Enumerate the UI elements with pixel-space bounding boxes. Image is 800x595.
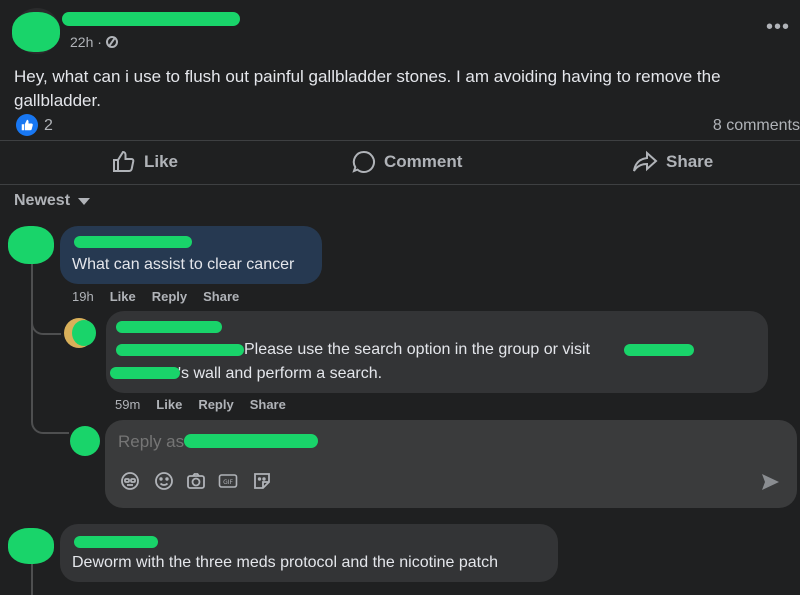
current-user-name-redaction [184,434,318,448]
globe-icon [105,36,118,48]
comment-bubble: What can assist to clear cancer [60,226,322,284]
comment-sort-dropdown[interactable]: Newest [14,192,91,210]
comment-time[interactable]: 19h [72,289,94,304]
post-text: Hey, what can i use to flush out painful… [14,67,721,110]
share-label: Share [666,152,714,171]
more-icon[interactable]: ••• [766,16,790,39]
reply-reply-button[interactable]: Reply [198,397,233,412]
like-reaction-icon[interactable] [16,114,38,136]
comment-bubble: Deworm with the three meds protocol and … [60,524,558,582]
send-icon[interactable] [760,472,780,497]
divider [0,184,800,185]
thread-line [31,305,61,335]
sort-label: Newest [14,192,71,209]
thread-line [31,564,33,595]
reply-actions: 59m Like Reply Share [115,397,286,412]
reply-bubble: Please use the search option in the grou… [106,311,768,393]
divider [0,140,800,141]
current-user-avatar-redaction [70,426,100,456]
share-button[interactable]: Share [632,148,713,176]
commenter-avatar-redaction[interactable] [8,528,54,564]
reply-share-button[interactable]: Share [250,397,286,412]
reply-text-line2: 's wall and perform a search. [178,365,383,382]
comment-actions: 19h Like Reply Share [72,289,239,304]
comment-share-button[interactable]: Share [203,289,239,304]
poster-avatar-redaction [12,12,60,52]
comment-text: Deworm with the three meds protocol and … [72,554,499,571]
post-time-label: 22h · [70,34,102,50]
mention-redaction[interactable] [116,344,244,356]
mention-redaction[interactable] [110,367,180,379]
sticker-icon[interactable] [252,471,272,491]
comments-count[interactable]: 8 comments [713,117,800,135]
share-icon [633,150,658,172]
commenter-name-redaction[interactable] [74,236,192,248]
like-button[interactable]: Like [112,148,178,176]
comment-text: What can assist to clear cancer [72,256,295,273]
comment-reply-button[interactable]: Reply [152,289,187,304]
emoji-icon[interactable] [154,471,174,491]
comment-label: Comment [384,152,463,171]
comment-icon [352,150,375,173]
gif-icon[interactable]: GIF [218,471,238,491]
comment-like-button[interactable]: Like [110,289,136,304]
mention-redaction[interactable] [624,344,694,356]
caret-down-icon [78,197,91,205]
like-label: Like [144,152,179,171]
replier-avatar-redaction [72,320,96,346]
camera-icon[interactable] [186,471,206,491]
reaction-count[interactable]: 2 [44,117,53,135]
commenter-name-redaction[interactable] [74,536,158,548]
avatar-sticker-icon[interactable] [120,471,140,491]
thread-line [31,262,69,434]
svg-text:GIF: GIF [223,479,233,486]
like-icon [113,150,135,172]
replier-name-redaction[interactable] [116,321,222,333]
commenter-avatar-redaction[interactable] [8,226,54,264]
post-time[interactable]: 22h · [70,34,118,50]
reply-like-button[interactable]: Like [156,397,182,412]
reply-text-line1: Please use the search option in the grou… [244,341,590,358]
reply-time[interactable]: 59m [115,397,140,412]
comment-button[interactable]: Comment [352,148,462,176]
poster-name-redaction[interactable] [62,12,240,26]
